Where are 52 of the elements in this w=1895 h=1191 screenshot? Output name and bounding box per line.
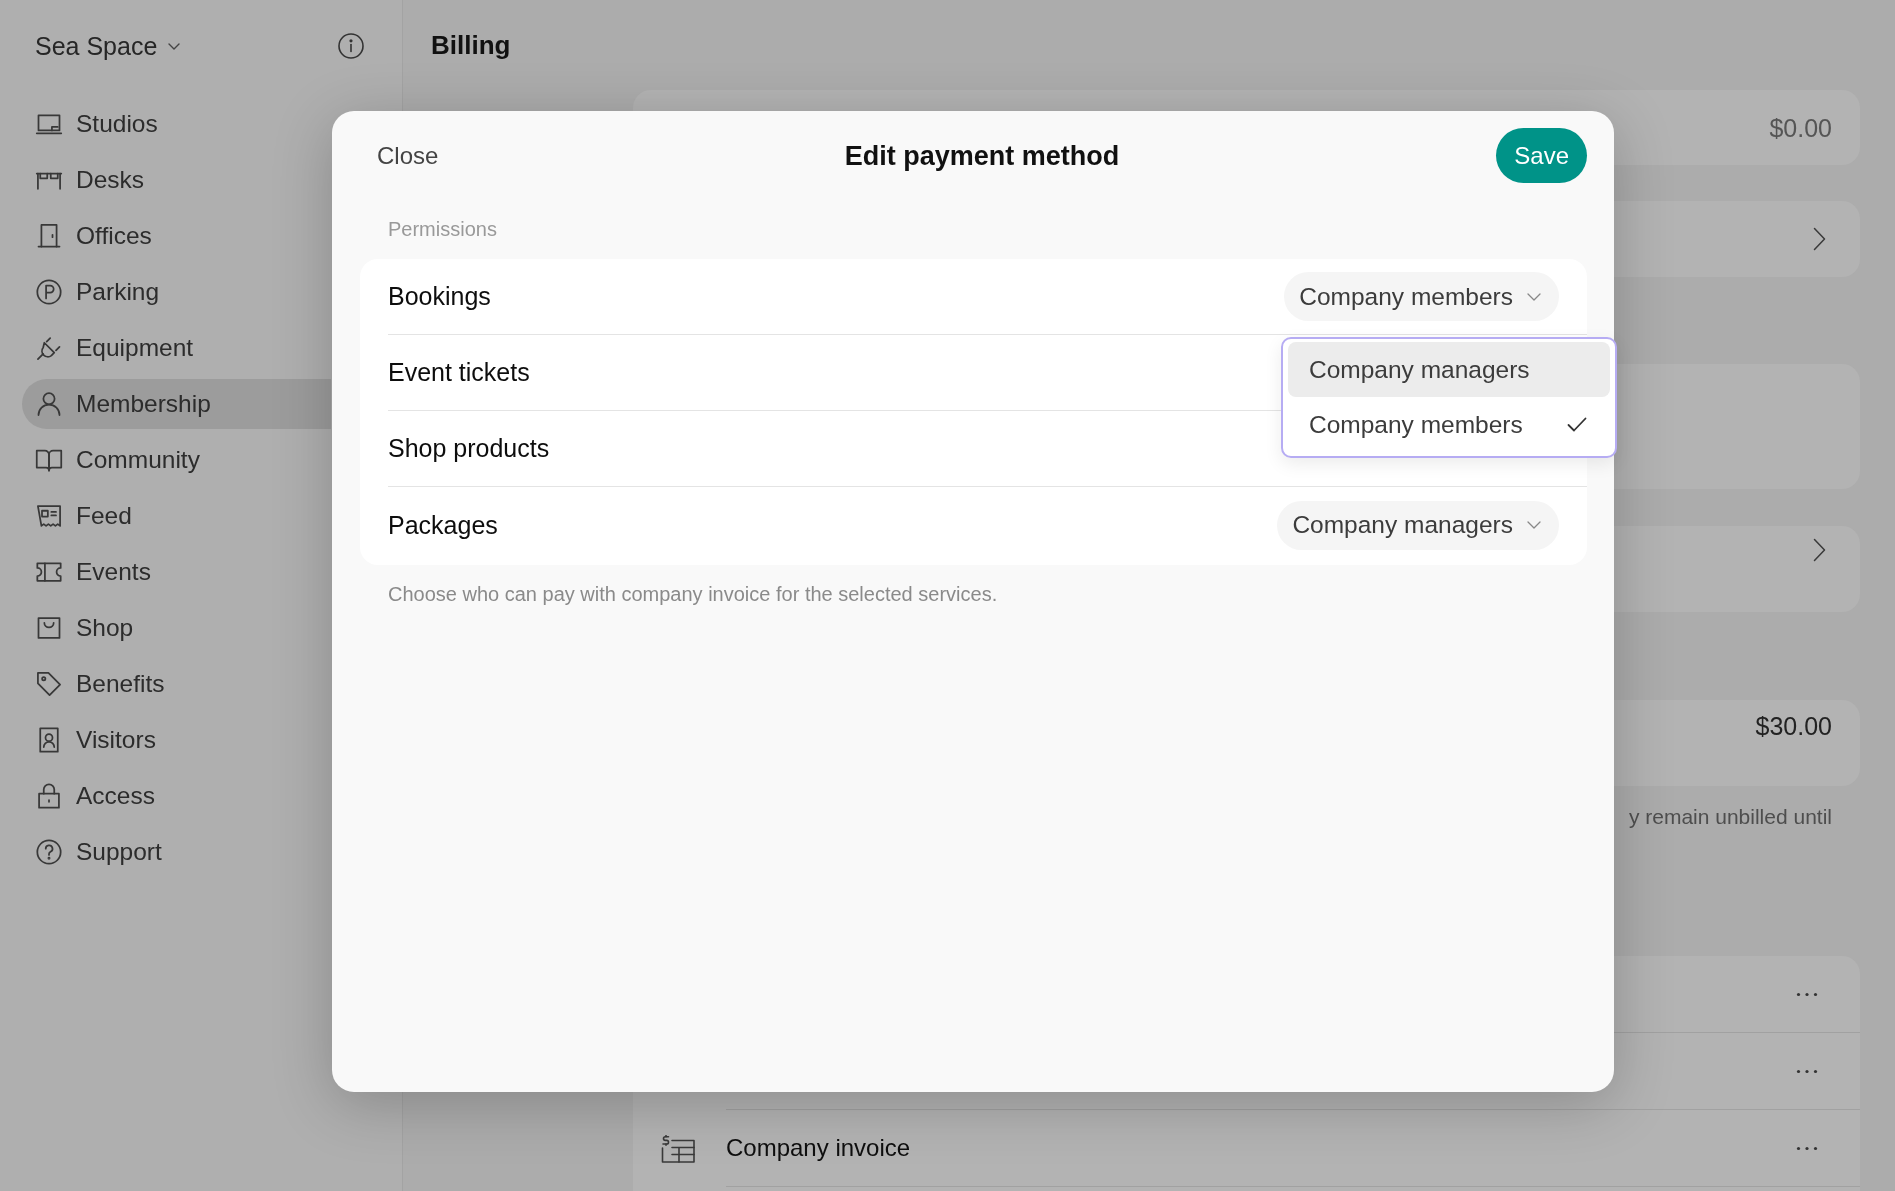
save-button[interactable]: Save [1496,128,1587,183]
nav-item[interactable]: Shop [22,603,331,653]
tag-icon [35,670,63,698]
close-button[interactable]: Close [377,141,439,170]
nav-item[interactable]: Community [22,435,331,485]
person-icon [35,390,63,418]
page-title: Billing [431,29,511,61]
chevron-down-icon [1527,521,1541,529]
permission-label: Shop products [388,434,550,463]
permission-label: Packages [388,510,498,540]
door-icon [35,222,63,250]
menu-option[interactable]: Company managers [1288,342,1610,397]
nav-item[interactable]: Parking [22,267,331,317]
nav-item[interactable]: Support [22,827,331,877]
permission-label: Event tickets [388,358,530,387]
nav-item[interactable]: Membership [22,379,331,429]
amount-text: $30.00 [1755,711,1832,741]
nav-item[interactable]: Equipment [22,323,331,373]
nav-item[interactable]: Offices [22,211,331,261]
nav-item[interactable]: Studios [22,99,331,149]
bag-icon [35,614,63,642]
chevron-down-icon [168,42,181,50]
payment-method-name: Company invoice [726,1134,911,1162]
note-text: y remain unbilled until [1628,804,1832,830]
amount-text: $0.00 [1769,112,1832,143]
select-dropdown[interactable]: Company managers [1277,500,1559,550]
nav-item[interactable]: Events [22,547,331,597]
plug-icon [35,334,63,362]
hint-text: Choose who can pay with company invoice for the selected services. [388,582,998,606]
more-icon[interactable] [1796,991,1818,997]
workspace-button[interactable]: Sea Space [35,31,181,61]
nav-item[interactable]: Visitors [22,715,331,765]
select-dropdown[interactable]: Company members [1284,272,1559,321]
chevron-right-icon [1813,538,1826,562]
lock-icon [35,782,63,810]
more-icon[interactable] [1796,1145,1818,1151]
nav-item[interactable]: Desks [22,155,331,205]
parking-icon [35,278,63,306]
chevron-right-icon [1813,227,1826,251]
info-icon[interactable] [338,33,364,59]
permission-label: Bookings [388,282,491,311]
check-icon [1567,417,1587,432]
dialog-title: Edit payment method [844,139,1120,173]
nav-item[interactable]: Benefits [22,659,331,709]
newspaper-icon [35,502,63,530]
invoice-icon [661,1134,695,1163]
help-icon [35,838,63,866]
more-icon[interactable] [1796,1068,1818,1074]
section-label: Permissions [388,217,497,241]
nav-item[interactable]: Access [22,771,331,821]
chevron-down-icon [1527,292,1541,301]
nav-item[interactable]: Feed [22,491,331,541]
